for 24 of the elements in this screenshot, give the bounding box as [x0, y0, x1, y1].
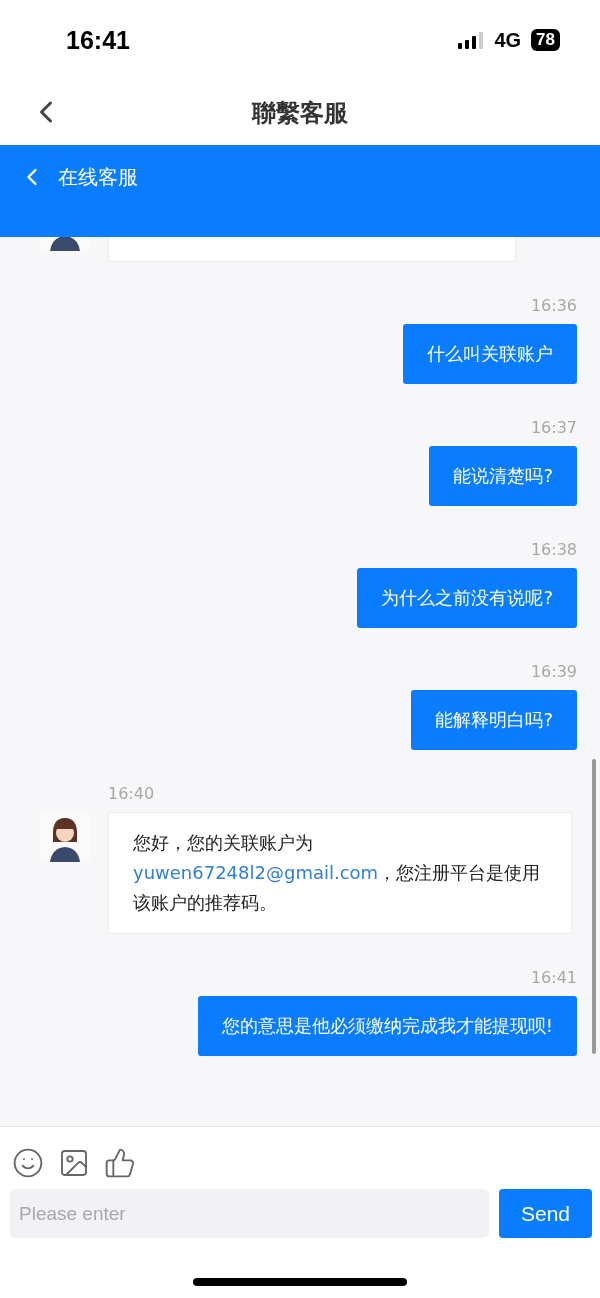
message-time: 16:38	[530, 540, 577, 560]
message-bubble: 能说清楚吗?	[429, 446, 577, 506]
send-button[interactable]: Send	[499, 1189, 592, 1238]
message-bubble: 什么叫关联账户	[403, 324, 577, 384]
network-type: 4G	[494, 28, 522, 52]
message-time: 16:37	[530, 418, 577, 438]
page-title: 聯繫客服	[252, 97, 348, 129]
status-time: 16:41	[66, 25, 130, 55]
battery-level: 78	[531, 29, 560, 51]
image-icon[interactable]	[58, 1147, 90, 1179]
thumbs-up-icon[interactable]	[104, 1147, 136, 1179]
message-bubble: 您的意思是他必须缴纳完成我才能提现呗!	[197, 996, 577, 1056]
message-time: 16:41	[530, 968, 577, 988]
email-link[interactable]: yuwen67248l2@gmail.com	[133, 862, 379, 883]
message-time: 16:36	[530, 296, 577, 316]
emoji-icon[interactable]	[12, 1147, 44, 1179]
chat-title: 在线客服	[58, 164, 138, 191]
message-time: 16:39	[530, 662, 577, 682]
message-time: 16:40	[108, 784, 156, 804]
message-bubble: 为什么之前没有说呢?	[357, 568, 577, 628]
message-input[interactable]: Please enter	[10, 1189, 489, 1238]
message-bubble: 能解释明白吗?	[411, 690, 577, 750]
signal-icon	[458, 31, 485, 49]
message-bubble: 您好，您的关联账户为 yuwen67248l2@gmail.com，您注册平台是使用该账户的推荐码。	[108, 812, 572, 934]
